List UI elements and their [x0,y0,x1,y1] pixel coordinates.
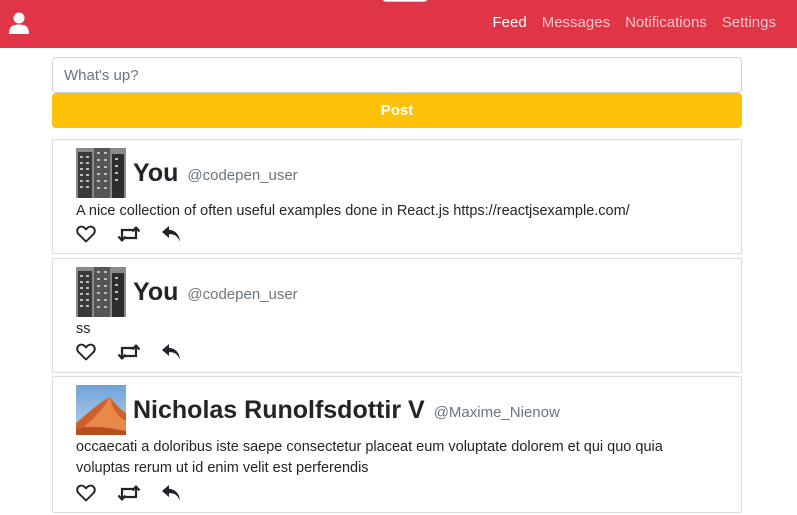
nav-links: Feed Messages Notifications Settings [493,14,776,31]
compose-input[interactable] [52,57,742,93]
top-navbar: Feed Messages Notifications Settings [0,0,797,48]
nav-link-notifications[interactable]: Notifications [625,14,707,31]
heart-icon[interactable] [76,225,96,243]
post-button[interactable]: Post [52,93,742,128]
tweet-author-handle[interactable]: @codepen_user [187,286,297,303]
tweet-author-handle[interactable]: @codepen_user [187,167,297,184]
retweet-icon[interactable] [117,225,141,243]
retweet-icon[interactable] [117,484,141,502]
avatar[interactable] [76,267,126,317]
tweet-actions [76,343,181,361]
tweet-text: occaecati a doloribus iste saepe consect… [76,439,663,476]
tweet-author-name[interactable]: You [133,159,178,188]
heart-icon[interactable] [76,484,96,502]
tweet-card: You @codepen_user ss [52,258,742,373]
tweet-author-name[interactable]: Nicholas Runolfsdottir V [133,396,425,425]
tweet-text: A nice collection of often useful exampl… [76,203,630,219]
tweet-text: ss [76,321,91,337]
heart-icon[interactable] [76,343,96,361]
tweet-card: You @codepen_user A nice collection of o… [52,139,742,254]
avatar[interactable] [76,148,126,198]
nav-link-settings[interactable]: Settings [722,14,776,31]
nav-link-messages[interactable]: Messages [542,14,610,31]
tweet-author-name[interactable]: You [133,278,178,307]
tweet-actions [76,484,181,502]
avatar[interactable] [76,385,126,435]
window-notch [382,0,428,2]
retweet-icon[interactable] [117,343,141,361]
reply-icon[interactable] [161,343,181,361]
tweet-header: You @codepen_user [76,267,298,317]
tweet-header: You @codepen_user [76,148,298,198]
nav-link-feed[interactable]: Feed [493,14,527,31]
reply-icon[interactable] [161,225,181,243]
user-icon[interactable] [9,12,29,34]
tweet-author-handle[interactable]: @Maxime_Nienow [434,404,560,421]
tweet-actions [76,225,181,243]
tweet-header: Nicholas Runolfsdottir V @Maxime_Nienow [76,385,560,435]
tweet-card: Nicholas Runolfsdottir V @Maxime_Nienow … [52,376,742,513]
reply-icon[interactable] [161,484,181,502]
